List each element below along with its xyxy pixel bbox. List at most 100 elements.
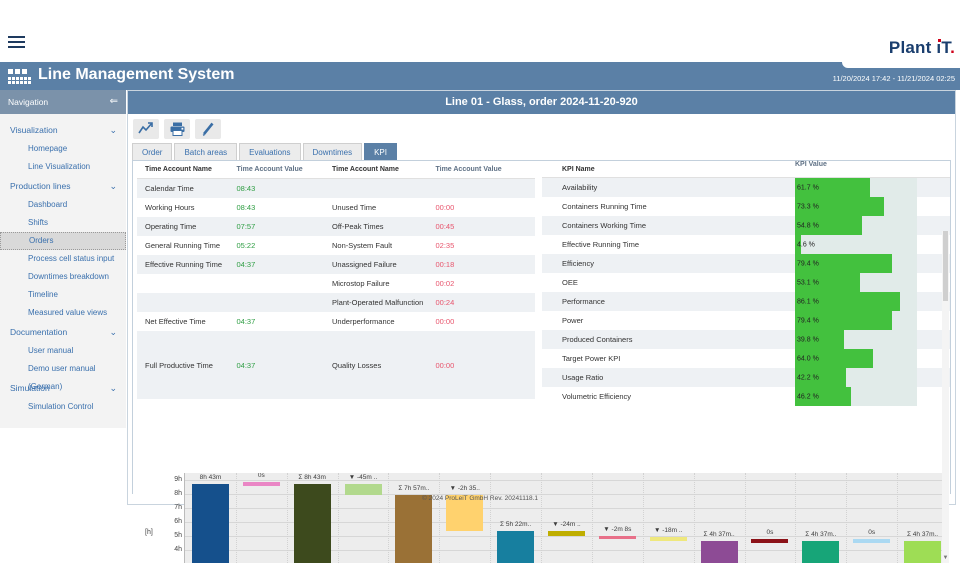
chart-bar-delta[interactable] xyxy=(598,536,636,540)
slot-separator xyxy=(541,473,543,563)
vertical-scrollbar[interactable]: ▼ xyxy=(942,231,949,563)
kpi-row: Power 79.4 % xyxy=(542,311,950,330)
chevron-down-icon: ⌄ xyxy=(109,125,117,135)
hamburger-menu-icon[interactable] xyxy=(8,36,25,49)
sidebar-item-downtimes-breakdown[interactable]: Downtimes breakdown xyxy=(0,268,126,286)
time-account-name: Calendar Time xyxy=(145,184,194,193)
kpi-value-label: 39.8 % xyxy=(797,336,819,343)
chart-bar-delta[interactable] xyxy=(344,483,382,495)
section-label: Production lines xyxy=(10,181,71,191)
time-account-name: Microstop Failure xyxy=(332,279,390,288)
logo-letter-t: T xyxy=(941,38,951,57)
kpi-value-label: 42.2 % xyxy=(797,374,819,381)
time-account-row: Plant-Operated Malfunction 00:24 xyxy=(137,293,535,312)
time-account-row: Calendar Time 08:43 xyxy=(137,179,535,198)
kpi-value-label: 54.8 % xyxy=(797,222,819,229)
sidebar-section-visualization[interactable]: Visualization ⌄ xyxy=(0,120,126,140)
sidebar-item-user-manual[interactable]: User manual xyxy=(0,342,126,360)
kpi-name: Power xyxy=(562,316,584,325)
trend-chart-button[interactable] xyxy=(133,119,159,139)
logo-letter-i: ı xyxy=(936,38,942,57)
chart-bar-total[interactable] xyxy=(904,541,942,563)
col-header: Time Account Name xyxy=(145,166,212,173)
chart-bar-label: 0s xyxy=(868,529,876,537)
sidebar-item-orders[interactable]: Orders xyxy=(0,232,126,250)
tab-downtimes[interactable]: Downtimes xyxy=(302,143,363,160)
chart-bar-label: Σ 8h 43m xyxy=(298,473,326,481)
kpi-value-label: 46.2 % xyxy=(797,393,819,400)
sidebar-item-line-visualization[interactable]: Line Visualization xyxy=(0,158,126,176)
edit-button[interactable] xyxy=(195,119,221,139)
chart-bar-delta[interactable] xyxy=(649,536,687,542)
chart-bar-total[interactable] xyxy=(395,494,433,563)
sidebar-item-measured-value-views[interactable]: Measured value views xyxy=(0,304,126,322)
time-account-value: 08:43 xyxy=(236,203,256,212)
sidebar-item-dashboard[interactable]: Dashboard xyxy=(0,196,126,214)
time-account-table: Time Account Name Time Account Value Tim… xyxy=(137,161,535,399)
scrollbar-thumb[interactable] xyxy=(943,231,948,301)
kpi-tab-content: Time Account Name Time Account Value Tim… xyxy=(132,160,951,563)
time-account-row: Operating Time 07:57 Off-Peak Times 00:45 xyxy=(137,217,535,236)
tab-kpi[interactable]: KPI xyxy=(364,143,397,160)
chart-bar-total[interactable] xyxy=(802,541,840,563)
sidebar-item-process-cell-status-input[interactable]: Process cell status input xyxy=(0,250,126,268)
section-label: Visualization xyxy=(10,125,58,135)
chart-bar-label: Σ 5h 22m.. xyxy=(500,520,532,528)
main-panel: Line 01 - Glass, order 2024-11-20-920 Or… xyxy=(127,90,956,563)
chart-bar-delta[interactable] xyxy=(548,530,585,537)
time-account-waterfall-chart: [h] 8h 43m 0s Σ 8h 43m ▼ -45m .. Σ 7h 57m.. ▼… xyxy=(137,473,954,563)
collapse-sidebar-icon[interactable]: ⇐ xyxy=(110,90,118,114)
slot-separator xyxy=(490,473,492,563)
chart-plot-area: 8h 43m 0s Σ 8h 43m ▼ -45m .. Σ 7h 57m.. ▼ -2h… xyxy=(184,473,947,563)
scroll-down-arrow[interactable]: ▼ xyxy=(942,554,949,563)
print-button[interactable] xyxy=(164,119,190,139)
sidebar-section-documentation[interactable]: Documentation ⌄ xyxy=(0,322,126,342)
time-account-row: Working Hours 08:43 Unused Time 00:00 xyxy=(137,198,535,217)
time-account-row: General Running Time 05:22 Non-System Faul… xyxy=(137,236,535,255)
time-account-value: 08:43 xyxy=(236,184,256,193)
sidebar-item-demo-user-manual-german-[interactable]: Demo user manual (German) xyxy=(0,360,126,391)
app-title: Line Management System xyxy=(38,66,235,83)
sidebar-item-simulation-control[interactable]: Simulation Control xyxy=(0,398,126,416)
tab-order[interactable]: Order xyxy=(132,143,173,160)
kpi-row: Containers Running Time 73.3 % xyxy=(542,197,950,216)
chart-bar-label: ▼ -18m .. xyxy=(653,526,683,534)
sidebar-item-homepage[interactable]: Homepage xyxy=(0,140,126,158)
time-account-value: 00:18 xyxy=(435,260,455,269)
time-account-value: 00:24 xyxy=(435,298,455,307)
chart-bar-label: Σ 4h 37m.. xyxy=(805,531,837,539)
section-label: Simulation xyxy=(10,383,50,393)
slot-separator xyxy=(286,473,288,563)
sidebar-section-simulation[interactable]: Simulation ⌄ xyxy=(0,378,126,398)
time-account-row: Full Productive Time 04:37 Quality Losses 0… xyxy=(137,331,535,399)
kpi-value-cell: 86.1 % xyxy=(795,292,950,311)
time-account-name: Unused Time xyxy=(332,203,377,212)
time-account-name: Effective Running Time xyxy=(145,260,222,269)
chart-bar-total[interactable] xyxy=(700,541,738,563)
sidebar-item-timeline[interactable]: Timeline xyxy=(0,286,126,304)
kpi-value-cell: 79.4 % xyxy=(795,254,950,273)
kpi-name: Containers Working Time xyxy=(562,221,647,230)
time-account-name: Quality Losses xyxy=(332,360,382,370)
chart-bar-label: Σ 4h 37m.. xyxy=(906,531,939,539)
chart-bar-total[interactable] xyxy=(497,530,535,563)
sidebar-item-shifts[interactable]: Shifts xyxy=(0,214,126,232)
slot-separator xyxy=(846,473,848,563)
tab-batch-areas[interactable]: Batch areas xyxy=(174,143,238,160)
kpi-name: OEE xyxy=(562,278,578,287)
time-account-name: Underperformance xyxy=(332,317,395,326)
chevron-down-icon: ⌄ xyxy=(109,327,117,337)
time-account-name: Net Effective Time xyxy=(145,317,206,326)
time-account-name: Operating Time xyxy=(145,222,197,231)
copyright-footer: © 2024 ProLeiT GmbH Rev. 20241118.1 xyxy=(422,495,538,502)
chart-bar-label: Σ 7h 57m.. xyxy=(398,484,430,492)
chart-bar-zero[interactable] xyxy=(242,481,280,486)
sidebar-section-production-lines[interactable]: Production lines ⌄ xyxy=(0,176,126,196)
slot-separator xyxy=(897,473,899,563)
tab-evaluations[interactable]: Evaluations xyxy=(239,143,301,160)
time-account-value: 02:35 xyxy=(435,241,455,250)
time-account-name: Full Productive Time xyxy=(145,360,213,370)
kpi-row: OEE 53.1 % xyxy=(542,273,950,292)
kpi-name: Efficiency xyxy=(562,259,594,268)
kpi-row: Produced Containers 39.8 % xyxy=(542,330,950,349)
